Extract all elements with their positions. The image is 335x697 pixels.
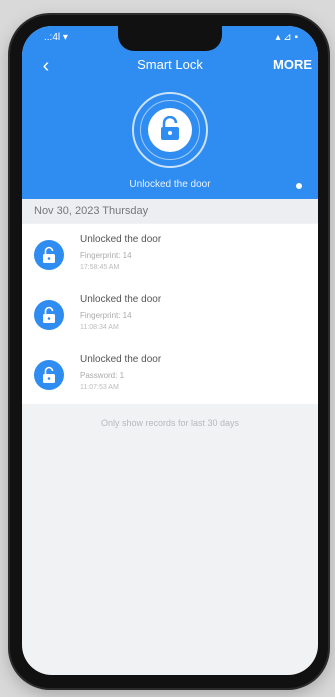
records-footer-note: Only show records for last 30 days <box>100 418 240 428</box>
unlock-icon <box>43 306 55 323</box>
record-detail: Password: 1 <box>80 371 125 380</box>
app-screen: ..:4l ▾ ▴ ⊿ ▪ ‹ Smart Lock MORE Unlocked… <box>22 26 318 675</box>
unlock-icon-circle <box>148 108 192 152</box>
more-button[interactable]: MORE <box>273 57 312 72</box>
unlock-icon <box>43 246 55 263</box>
date-header: Nov 30, 2023 Thursday <box>22 199 318 223</box>
app-header: ..:4l ▾ ▴ ⊿ ▪ ‹ Smart Lock MORE Unlocked… <box>22 26 318 199</box>
record-time: 17:58:45 AM <box>80 264 120 271</box>
list-item[interactable]: Unlocked the door Fingerprint: 14 17:58:… <box>22 224 318 284</box>
status-left: ..:4l ▾ <box>44 32 68 43</box>
record-time: 11:07:53 AM <box>80 384 119 391</box>
camera-notch <box>118 26 222 51</box>
date-label: Nov 30, 2023 Thursday <box>34 205 149 217</box>
record-title: Unlocked the door <box>80 234 162 245</box>
record-detail: Fingerprint: 14 <box>80 311 132 320</box>
record-title: Unlocked the door <box>80 354 162 365</box>
unlock-icon-badge <box>34 300 64 330</box>
list-item[interactable]: Unlocked the door Fingerprint: 14 11:08:… <box>22 284 318 344</box>
title-bar: ‹ Smart Lock MORE <box>22 54 318 78</box>
unlock-icon <box>161 116 179 140</box>
indicator-dot <box>296 183 302 189</box>
status-right: ▴ ⊿ ▪ <box>275 32 299 43</box>
unlock-icon <box>43 366 55 383</box>
record-detail: Fingerprint: 14 <box>80 251 132 260</box>
lock-button[interactable] <box>132 92 208 168</box>
record-time: 11:08:34 AM <box>80 324 119 331</box>
records-list: Unlocked the door Fingerprint: 14 17:58:… <box>22 224 318 404</box>
lock-status-text: Unlocked the door <box>129 179 211 190</box>
unlock-icon-badge <box>34 360 64 390</box>
list-item[interactable]: Unlocked the door Password: 1 11:07:53 A… <box>22 344 318 404</box>
unlock-icon-badge <box>34 240 64 270</box>
record-title: Unlocked the door <box>80 294 162 305</box>
